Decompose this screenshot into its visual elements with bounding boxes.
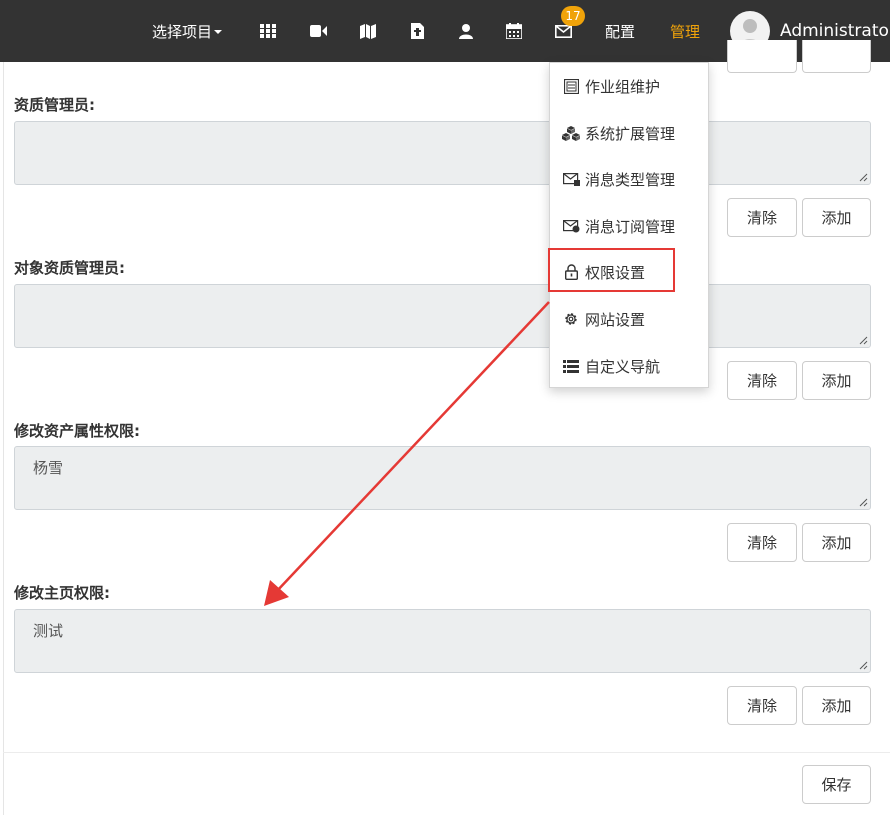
map-icon[interactable]	[360, 0, 376, 62]
grid-icon[interactable]	[260, 0, 276, 62]
caret-down-icon	[214, 30, 223, 34]
menu-item-label: 权限设置	[585, 263, 646, 282]
menu-item-message-type[interactable]: 消息类型管理	[550, 164, 710, 194]
clear-button-top-partial[interactable]	[727, 40, 797, 73]
document-icon[interactable]	[411, 0, 424, 62]
message-subscribe-icon	[562, 217, 580, 235]
footer-divider	[3, 752, 890, 753]
calendar-icon[interactable]	[506, 0, 522, 62]
gear-icon	[562, 310, 580, 328]
resize-handle-icon[interactable]	[858, 335, 868, 345]
menu-item-permission-settings[interactable]: 权限设置	[550, 257, 710, 287]
save-button[interactable]: 保存	[802, 765, 871, 804]
add-button[interactable]: 添加	[802, 523, 871, 562]
resize-handle-icon[interactable]	[858, 172, 868, 182]
resize-handle-icon[interactable]	[858, 660, 868, 670]
homepage-permission-textarea[interactable]: 测试	[14, 609, 871, 673]
qualification-admin-textarea[interactable]	[14, 121, 871, 185]
workgroup-icon	[562, 77, 580, 95]
mail-count-badge: 17	[561, 6, 585, 26]
cubes-icon	[562, 124, 580, 142]
manage-menu[interactable]: 管理	[670, 0, 700, 62]
menu-item-label: 消息类型管理	[585, 170, 676, 189]
user-icon[interactable]	[459, 0, 473, 62]
asset-attribute-permission-textarea[interactable]: 杨雪	[14, 446, 871, 510]
menu-item-label: 作业组维护	[585, 77, 661, 96]
project-select-dropdown[interactable]: 选择项目	[152, 0, 223, 62]
clear-button[interactable]: 清除	[727, 686, 797, 725]
field-label: 修改资产属性权限:	[14, 422, 140, 440]
menu-item-workgroup[interactable]: 作业组维护	[550, 71, 710, 101]
video-icon[interactable]	[310, 0, 327, 62]
menu-item-site-settings[interactable]: 网站设置	[550, 304, 710, 334]
menu-item-custom-navigation[interactable]: 自定义导航	[550, 351, 710, 381]
menu-item-label: 系统扩展管理	[585, 124, 676, 143]
add-button[interactable]: 添加	[802, 198, 871, 237]
resize-handle-icon[interactable]	[858, 497, 868, 507]
textarea-value: 杨雪	[33, 459, 64, 477]
manage-dropdown-menu: 作业组维护 系统扩展管理 消息类型管理 消息订阅管理 权限设置 网站设置 自定义…	[549, 62, 709, 388]
clear-button[interactable]: 清除	[727, 361, 797, 400]
menu-item-label: 网站设置	[585, 310, 646, 329]
list-icon	[562, 357, 580, 375]
object-qualification-admin-textarea[interactable]	[14, 284, 871, 348]
menu-item-label: 自定义导航	[585, 357, 661, 376]
lock-icon	[562, 263, 580, 281]
textarea-value: 测试	[33, 622, 64, 640]
field-label: 对象资质管理员:	[14, 259, 125, 277]
config-menu[interactable]: 配置	[605, 0, 635, 62]
menu-item-label: 消息订阅管理	[585, 217, 676, 236]
menu-item-system-extension[interactable]: 系统扩展管理	[550, 118, 710, 148]
add-button[interactable]: 添加	[802, 686, 871, 725]
clear-button[interactable]: 清除	[727, 198, 797, 237]
add-button-top-partial[interactable]	[802, 40, 871, 73]
field-label: 修改主页权限:	[14, 584, 110, 602]
clear-button[interactable]: 清除	[727, 523, 797, 562]
message-type-icon	[562, 170, 580, 188]
field-label: 资质管理员:	[14, 96, 95, 114]
add-button[interactable]: 添加	[802, 361, 871, 400]
project-select-label: 选择项目	[152, 22, 213, 41]
menu-item-message-subscribe[interactable]: 消息订阅管理	[550, 211, 710, 241]
